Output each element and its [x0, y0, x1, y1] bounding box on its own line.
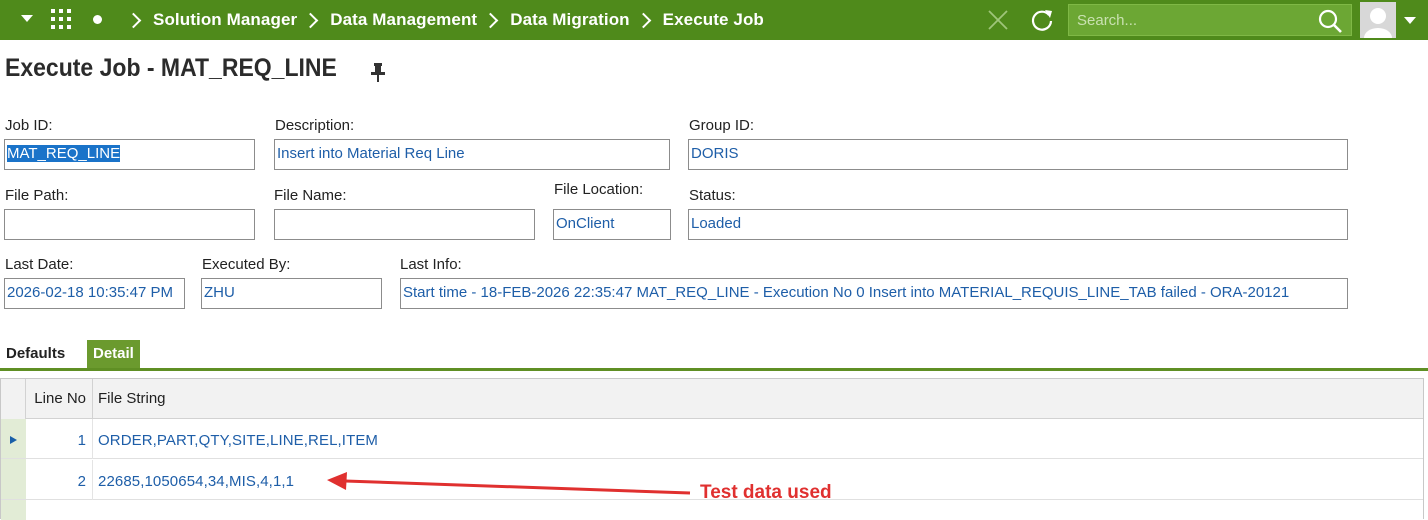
page-title: Execute Job - MAT_REQ_LINE: [5, 54, 337, 82]
job-id-label: Job ID:: [5, 117, 53, 134]
menu-caret-icon[interactable]: [21, 15, 33, 22]
current-row-arrow-icon: [10, 436, 17, 444]
top-navigation-bar: Solution Manager Data Management Data Mi…: [0, 0, 1428, 40]
file-path-field[interactable]: [4, 209, 255, 240]
file-location-label: File Location:: [554, 181, 644, 198]
user-avatar-icon: [1364, 8, 1392, 38]
row-selector-header: [1, 379, 26, 419]
file-path-label: File Path:: [5, 187, 69, 204]
user-menu-caret-icon[interactable]: [1404, 17, 1416, 24]
file-name-label: File Name:: [274, 187, 347, 204]
file-string-cell: 22685,1050654,34,MIS,4,1,1: [98, 473, 295, 490]
last-info-field[interactable]: Start time - 18-FEB-2026 22:35:47 MAT_RE…: [400, 278, 1348, 309]
tab-defaults[interactable]: Defaults: [0, 340, 71, 368]
file-location-field[interactable]: OnClient: [553, 209, 671, 240]
chevron-right-icon: [635, 12, 651, 28]
chevron-right-icon: [302, 12, 319, 28]
file-name-field[interactable]: [274, 209, 535, 240]
breadcrumb-item-current: Execute Job: [662, 10, 764, 29]
column-header-file-string[interactable]: File String: [98, 390, 166, 407]
home-dot-icon[interactable]: [93, 15, 102, 24]
app-grid-icon[interactable]: [51, 9, 73, 31]
breadcrumb-item[interactable]: Data Migration: [510, 10, 629, 30]
refresh-icon[interactable]: [1029, 7, 1055, 33]
breadcrumb-item[interactable]: Solution Manager: [153, 10, 297, 30]
executed-by-label: Executed By:: [202, 256, 291, 273]
chevron-right-icon: [482, 12, 499, 28]
group-id-field[interactable]: DORIS: [688, 139, 1348, 170]
group-id-label: Group ID:: [689, 117, 755, 134]
breadcrumb: Solution Manager Data Management Data Mi…: [120, 0, 764, 40]
job-id-value: MAT_REQ_LINE: [7, 145, 121, 162]
line-no-cell: 1: [27, 419, 93, 459]
job-id-field[interactable]: MAT_REQ_LINE: [4, 139, 255, 170]
description-label: Description:: [275, 117, 355, 134]
table-row[interactable]: 1 ORDER,PART,QTY,SITE,LINE,REL,ITEM: [1, 419, 1423, 459]
search-icon[interactable]: [1317, 8, 1343, 34]
status-field[interactable]: Loaded: [688, 209, 1348, 240]
column-header-line-no[interactable]: Line No: [27, 379, 93, 419]
breadcrumb-item[interactable]: Data Management: [330, 10, 477, 30]
tab-underline: [0, 368, 1428, 371]
close-icon[interactable]: [987, 9, 1009, 31]
last-info-label: Last Info:: [400, 256, 462, 273]
status-label: Status:: [689, 187, 736, 204]
chevron-right-icon: [125, 12, 142, 28]
file-string-cell: ORDER,PART,QTY,SITE,LINE,REL,ITEM: [98, 432, 379, 449]
search-input[interactable]: [1069, 5, 1309, 35]
avatar[interactable]: [1360, 2, 1396, 38]
description-field[interactable]: Insert into Material Req Line: [274, 139, 670, 170]
pin-icon[interactable]: [369, 62, 387, 82]
tab-bar: Defaults Detail: [0, 340, 1428, 371]
tab-detail[interactable]: Detail: [87, 340, 140, 368]
annotation-label: Test data used: [700, 482, 832, 503]
line-no-cell: 2: [27, 460, 93, 500]
last-date-label: Last Date:: [5, 256, 74, 273]
search-box: [1068, 4, 1352, 36]
table-header: Line No File String: [1, 379, 1423, 419]
executed-by-field[interactable]: ZHU: [201, 278, 382, 309]
last-date-field[interactable]: 2026-02-18 10:35:47 PM: [4, 278, 185, 309]
